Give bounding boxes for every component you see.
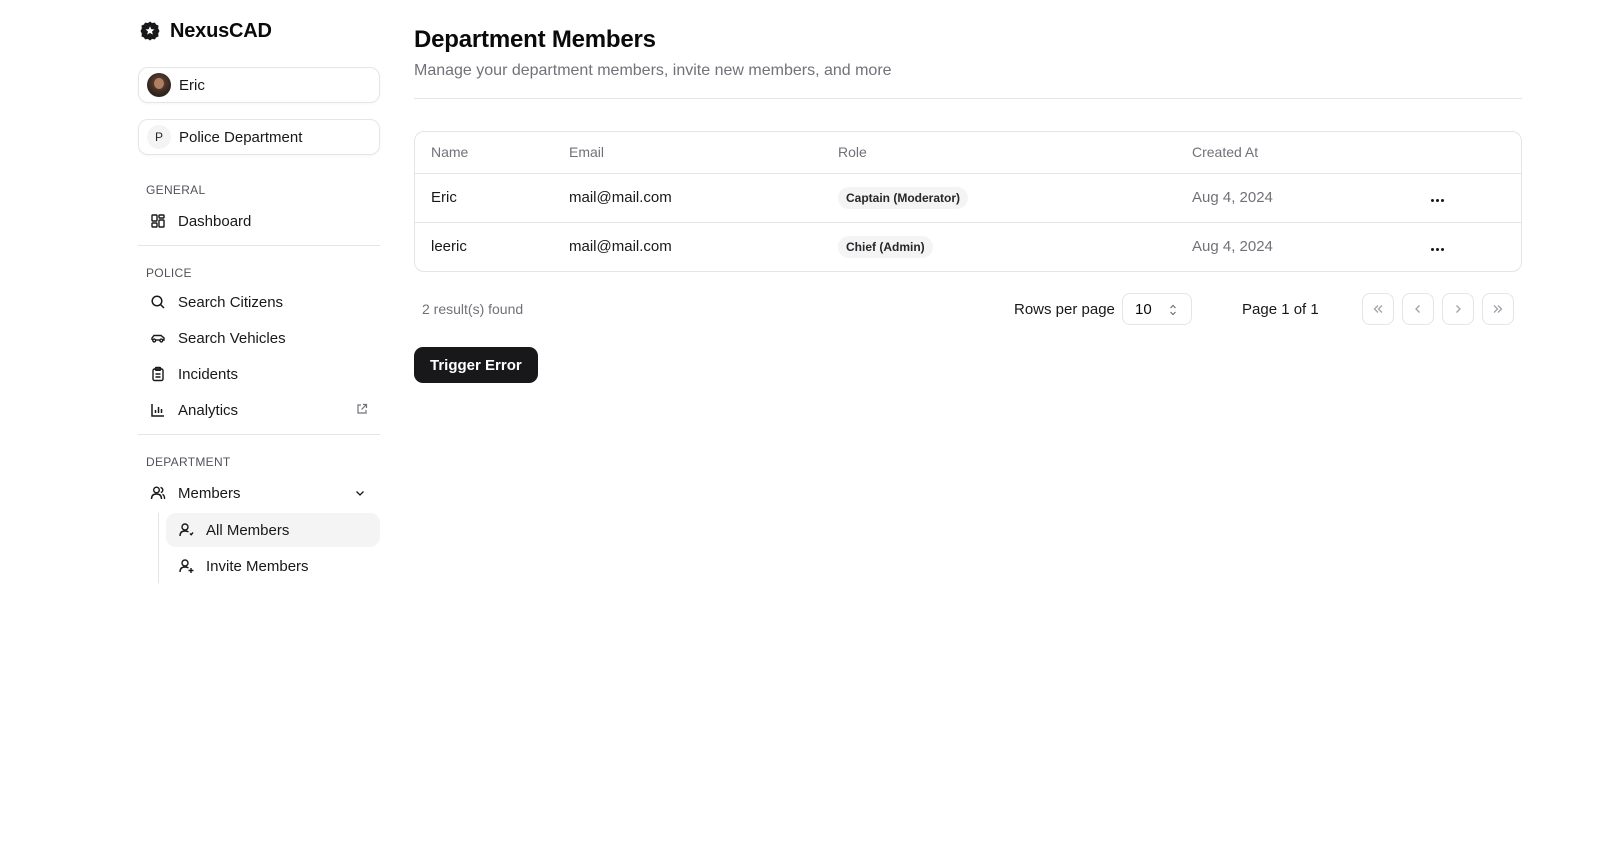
previous-page-button[interactable] bbox=[1402, 293, 1434, 325]
member-name: Eric bbox=[415, 172, 553, 222]
role-badge: Chief (Admin) bbox=[838, 235, 933, 258]
page-subtitle: Manage your department members, invite n… bbox=[414, 62, 892, 79]
rows-per-page-label: Rows per page bbox=[1014, 300, 1115, 318]
chevron-left-icon bbox=[1415, 305, 1420, 313]
last-page-button[interactable] bbox=[1482, 293, 1514, 325]
sidebar-item-label: Incidents bbox=[178, 365, 239, 383]
first-page-button[interactable] bbox=[1362, 293, 1394, 325]
sidebar-item-dashboard[interactable]: Dashboard bbox=[138, 203, 380, 239]
column-header-actions bbox=[1411, 132, 1521, 173]
chevron-down-icon bbox=[356, 491, 364, 496]
dashboard-icon bbox=[151, 214, 165, 228]
section-label-police: POLICE bbox=[146, 266, 192, 280]
results-count: 2 result(s) found bbox=[422, 301, 524, 317]
role-badge: Captain (Moderator) bbox=[838, 186, 968, 209]
trigger-error-button[interactable]: Trigger Error bbox=[414, 347, 538, 383]
column-header-email: Email bbox=[569, 144, 605, 161]
chart-icon bbox=[151, 404, 164, 417]
brand[interactable]: NexusCAD bbox=[138, 14, 380, 48]
table-row: Eric mail@mail.com Captain (Moderator) A… bbox=[415, 172, 1521, 222]
badge-star-icon bbox=[138, 19, 162, 43]
members-table: Name Email Role Created At Eric mail@mai… bbox=[414, 131, 1522, 272]
members-submenu: All Members Invite Members bbox=[138, 513, 380, 583]
user-name: Eric bbox=[179, 76, 205, 94]
rows-per-page-select[interactable]: 10 bbox=[1122, 293, 1192, 325]
member-actions bbox=[1411, 172, 1521, 222]
member-email: mail@mail.com bbox=[553, 221, 822, 271]
sidebar-item-label: Dashboard bbox=[178, 212, 252, 230]
column-header-role: Role bbox=[838, 144, 867, 161]
department-picker[interactable]: P Police Department bbox=[138, 119, 380, 155]
sidebar-item-search-citizens[interactable]: Search Citizens bbox=[138, 284, 380, 320]
member-role: Chief (Admin) bbox=[822, 221, 1176, 271]
department-name: Police Department bbox=[179, 128, 303, 146]
member-created-at: Aug 4, 2024 bbox=[1176, 172, 1411, 222]
user-picker[interactable]: Eric bbox=[138, 67, 380, 103]
sidebar-item-label: Members bbox=[178, 484, 241, 502]
table-row: leeric mail@mail.com Chief (Admin) Aug 4… bbox=[415, 221, 1521, 271]
member-name: leeric bbox=[415, 221, 553, 271]
member-actions bbox=[1411, 221, 1521, 271]
sidebar: NexusCAD Eric P Police Department GENERA… bbox=[138, 14, 380, 585]
more-actions-icon[interactable] bbox=[1427, 195, 1448, 206]
member-created-at: Aug 4, 2024 bbox=[1176, 221, 1411, 271]
page-title: Department Members bbox=[414, 26, 656, 53]
search-icon bbox=[151, 295, 165, 309]
clipboard-icon bbox=[152, 366, 164, 382]
external-link-icon bbox=[357, 403, 368, 414]
chevron-up-down-icon bbox=[1170, 304, 1176, 316]
chevrons-left-icon bbox=[1373, 305, 1383, 313]
section-label-department: DEPARTMENT bbox=[146, 455, 231, 469]
member-email: mail@mail.com bbox=[553, 172, 822, 222]
department-initial: P bbox=[147, 125, 171, 149]
section-label-general: GENERAL bbox=[146, 183, 206, 197]
brand-name: NexusCAD bbox=[170, 19, 272, 42]
user-icon bbox=[179, 523, 194, 537]
sidebar-item-label: Analytics bbox=[178, 401, 239, 419]
column-header-name: Name bbox=[431, 144, 469, 161]
table-header-row: Name Email Role Created At bbox=[415, 132, 1521, 173]
sidebar-item-label: Search Citizens bbox=[178, 293, 284, 311]
next-page-button[interactable] bbox=[1442, 293, 1474, 325]
chevron-right-icon bbox=[1456, 305, 1461, 313]
sidebar-item-label: Invite Members bbox=[206, 557, 309, 575]
column-header-created-at: Created At bbox=[1192, 144, 1259, 161]
main-content: Department Members Manage your departmen… bbox=[414, 24, 1522, 383]
sidebar-item-label: Search Vehicles bbox=[178, 329, 286, 347]
chevrons-right-icon bbox=[1493, 305, 1503, 313]
users-icon bbox=[150, 486, 166, 500]
more-actions-icon[interactable] bbox=[1427, 244, 1448, 255]
sidebar-item-invite-members[interactable]: Invite Members bbox=[166, 549, 380, 583]
user-plus-icon bbox=[179, 559, 194, 573]
submenu-line bbox=[158, 513, 159, 583]
member-role: Captain (Moderator) bbox=[822, 172, 1176, 222]
car-icon bbox=[151, 334, 165, 343]
sidebar-item-label: All Members bbox=[206, 521, 290, 539]
sidebar-item-search-vehicles[interactable]: Search Vehicles bbox=[138, 320, 380, 356]
page-info: Page 1 of 1 bbox=[1242, 300, 1319, 318]
avatar bbox=[147, 73, 171, 97]
sidebar-item-analytics[interactable]: Analytics bbox=[138, 392, 380, 428]
sidebar-item-all-members[interactable]: All Members bbox=[166, 513, 380, 547]
table-footer: 2 result(s) found Rows per page 10 Page … bbox=[414, 293, 1522, 325]
pagination bbox=[1362, 293, 1514, 325]
rows-per-page-value: 10 bbox=[1135, 300, 1152, 318]
header-divider bbox=[414, 98, 1522, 99]
sidebar-item-incidents[interactable]: Incidents bbox=[138, 356, 380, 392]
sidebar-item-members[interactable]: Members bbox=[138, 475, 380, 511]
